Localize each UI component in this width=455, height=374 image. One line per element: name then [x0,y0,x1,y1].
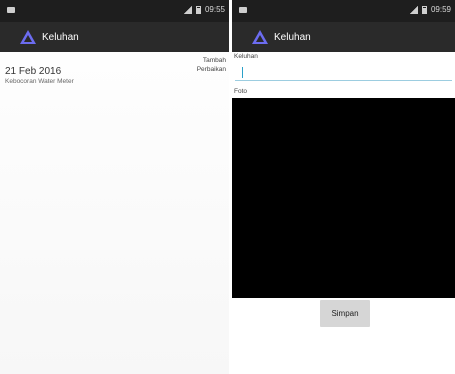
app-bar: Keluhan [232,22,455,52]
text-cursor [242,67,243,78]
screen-complaint-form: 09:59 Keluhan Keluhan Foto Simpan [232,0,455,374]
app-title: Keluhan [274,31,311,43]
screen-complaint-list: 09:55 Keluhan Tambah Perbaikan 21 Feb 20… [0,0,229,374]
entry-description: Kebocoran Water Meter [5,78,74,85]
photo-label: Foto [234,88,248,95]
status-icons: 09:55 [183,5,225,14]
list-item[interactable]: 21 Feb 2016 Kebocoran Water Meter [5,66,195,85]
signal-icon [183,5,192,14]
app-bar: Keluhan [0,22,229,52]
entry-date: 21 Feb 2016 [5,66,62,77]
complaint-input[interactable] [235,63,452,81]
status-bar: 09:55 [0,0,229,22]
complaint-label: Keluhan [234,53,258,60]
status-bar: 09:59 [232,0,455,22]
save-button[interactable]: Simpan [320,300,370,327]
status-time: 09:59 [430,5,451,14]
photo-area[interactable] [232,98,455,298]
status-time: 09:55 [204,5,225,14]
battery-icon [195,5,201,14]
battery-icon [421,5,427,14]
status-icons: 09:59 [409,5,451,14]
notification-icon [239,7,247,13]
app-logo-icon [20,30,36,44]
app-logo-icon [252,30,268,44]
notification-icon [7,7,15,13]
app-title: Keluhan [42,31,79,43]
signal-icon [409,5,418,14]
